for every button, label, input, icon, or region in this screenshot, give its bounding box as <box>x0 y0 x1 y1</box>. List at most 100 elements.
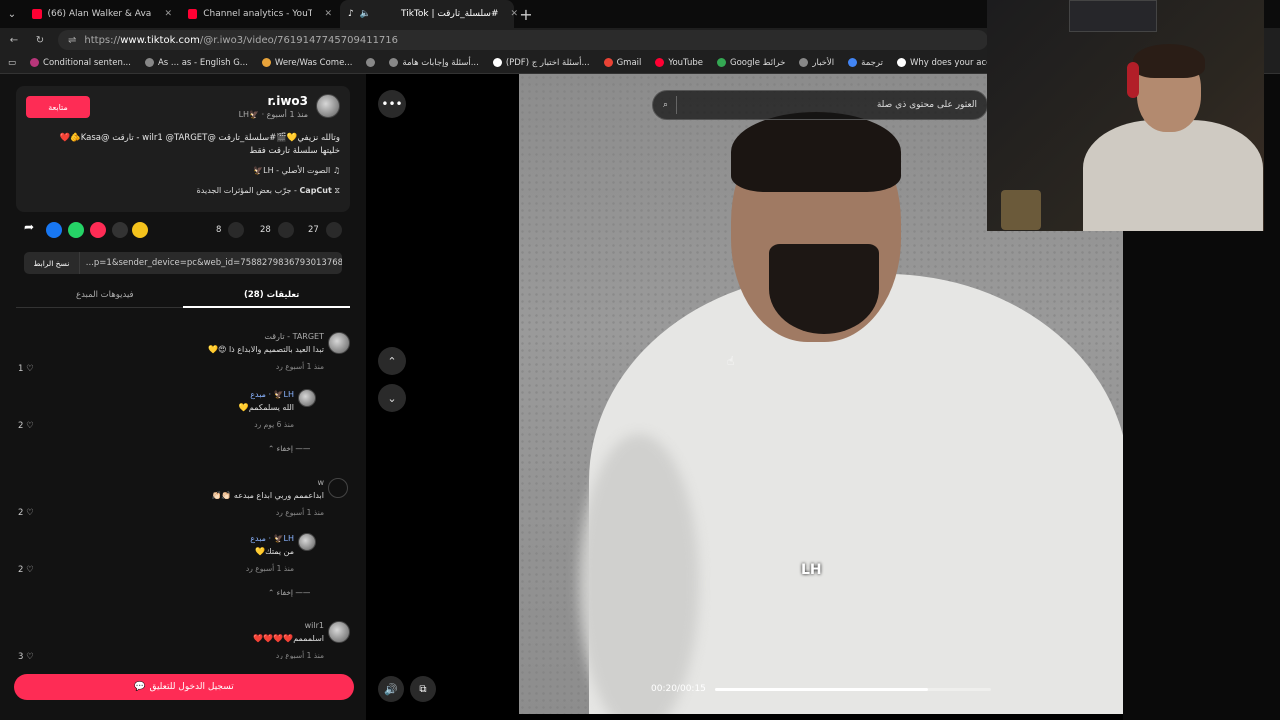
search-icon[interactable]: ⌕ <box>663 100 668 110</box>
bookmark-gmail[interactable]: Gmail <box>603 58 641 68</box>
webcam-overlay <box>987 0 1264 231</box>
bookmark-translate[interactable]: ترجمة <box>848 58 883 68</box>
commenter-name[interactable]: wilr1 <box>253 621 324 630</box>
follow-button[interactable]: متابعة <box>26 96 90 118</box>
commenter-name[interactable]: w <box>211 478 324 487</box>
browser-tab-tiktok[interactable]: ♪ 🔈 TikTok | سلسلة_تارقت# ✕ <box>340 0 518 28</box>
chevron-up-icon: ⌃ <box>268 588 277 597</box>
bookmark-youtube[interactable]: YouTube <box>655 58 703 68</box>
commenter-name[interactable]: LH🦅 · مبدع <box>239 390 294 399</box>
comment-text: ابداعممم وربي ابداع مبدعه 👏🏻👏🏻 <box>211 491 324 500</box>
heart-outline-icon: ♡ <box>26 421 34 431</box>
gmail-icon <box>603 58 613 67</box>
hide-replies-button[interactable]: ⌃ إخفاء —— <box>268 444 310 453</box>
embed-icon[interactable] <box>112 222 128 238</box>
heart-outline-icon: ♡ <box>26 508 34 518</box>
commenter-avatar[interactable] <box>298 533 316 551</box>
share-arrow-icon[interactable]: ➦ <box>24 220 40 236</box>
bookmark-item[interactable]: Why does your acc... <box>896 58 999 68</box>
telegram-icon[interactable] <box>90 222 106 238</box>
commenter-name[interactable]: LH🦅 · مبدع <box>246 534 294 543</box>
original-sound-link[interactable]: ♫ الصوت الأصلي - LH🦅 <box>253 166 340 175</box>
share-link-text[interactable]: ...p=1&sender_device=pc&web_id=758827983… <box>80 258 342 268</box>
browser-tab-youtube-music[interactable]: (66) Alan Walker & Ava Max - Alo ✕ <box>24 0 180 28</box>
author-subline: LH🦅 · منذ 1 أسبوع <box>238 110 308 119</box>
comment-like-count[interactable]: 1 ♡ <box>18 364 34 374</box>
whatsapp-icon[interactable] <box>68 222 84 238</box>
mouse-cursor: ☝ <box>727 354 735 368</box>
globe-icon <box>144 58 154 67</box>
heart-icon[interactable] <box>326 222 342 238</box>
bookmark-news[interactable]: الأخبار <box>799 58 834 68</box>
commenter-avatar[interactable] <box>298 389 316 407</box>
bookmarks-menu-icon[interactable]: ▭ <box>8 58 16 68</box>
reload-icon[interactable]: ↻ <box>32 35 48 46</box>
bookmark-maps[interactable]: Google خرائط <box>716 58 785 68</box>
search-bar[interactable]: ⌕ العثور على محتوى ذي صلة <box>652 90 988 120</box>
close-tab-icon[interactable]: ✕ <box>324 9 332 19</box>
comment-like-count[interactable]: 3 ♡ <box>18 652 34 659</box>
active-tab-underline <box>183 306 350 308</box>
video-details-panel: متابعة r.iwo3 LH🦅 · منذ 1 أسبوع وتالله ن… <box>0 74 366 720</box>
speaker-icon: 🔊 <box>384 682 398 696</box>
search-input[interactable]: العثور على محتوى ذي صلة <box>685 100 977 110</box>
comment-like-count[interactable]: 2 ♡ <box>18 508 34 518</box>
commenter-avatar[interactable] <box>328 332 350 354</box>
coin-icon[interactable] <box>132 222 148 238</box>
volume-button[interactable]: 🔊 <box>378 676 404 702</box>
bookmark-item[interactable]: As ... as - English G... <box>144 58 248 68</box>
bookmark-item[interactable] <box>366 58 376 67</box>
pdf-icon <box>492 58 502 67</box>
comment-text: الله يسلمكمم💛 <box>238 403 294 412</box>
author-avatar[interactable] <box>316 94 340 118</box>
heart-outline-icon: ♡ <box>26 565 34 575</box>
comments-count: 28 <box>260 225 271 235</box>
tab-search-chevron-icon[interactable]: ⌄ <box>0 9 24 20</box>
capcut-link[interactable]: ⧖ CapCut - جرّب بعض المؤثرات الجديدة <box>197 186 340 196</box>
close-tab-icon[interactable]: ✕ <box>164 9 172 19</box>
commenter-avatar[interactable] <box>328 478 348 498</box>
comment-like-count[interactable]: 2 ♡ <box>18 565 34 575</box>
progress-fill <box>715 688 928 691</box>
more-options-button[interactable]: ••• <box>378 90 406 118</box>
comment-meta[interactable]: منذ 1 أسبوع رد <box>246 564 294 573</box>
login-to-comment-button[interactable]: 💬 تسجيل الدخول للتعليق <box>14 674 354 700</box>
copy-link-button[interactable]: نسخ الرابط <box>24 252 80 274</box>
comment-meta[interactable]: منذ 1 أسبوع رد <box>208 362 324 371</box>
commenter-avatar[interactable] <box>328 621 350 643</box>
author-username[interactable]: r.iwo3 <box>267 94 308 108</box>
tab-comments[interactable]: تعليقات (28) <box>244 290 299 300</box>
facebook-icon[interactable] <box>46 222 62 238</box>
comment-text: تبدا العيد بالتصميم والابداع ذا 😍💛 <box>208 345 324 354</box>
comment-meta[interactable]: منذ 1 أسبوع رد <box>253 651 324 659</box>
bookmark-icon[interactable] <box>228 222 244 238</box>
translate-icon <box>848 58 858 67</box>
tab-creator-videos[interactable]: فيديوهات المبدع <box>76 290 134 300</box>
wall-sign <box>1069 0 1157 32</box>
next-video-button[interactable]: ⌄ <box>378 384 406 412</box>
bookmark-item[interactable]: أسئلة وإجابات هامة... <box>389 58 479 68</box>
url-field[interactable]: ⇌ https://www.tiktok.com/@r.iwo3/video/7… <box>58 30 988 50</box>
bookmark-item[interactable]: (PDF) أسئلة اختبار ج... <box>492 58 590 68</box>
speaker-icon[interactable]: 🔈 <box>360 9 371 19</box>
comment-like-count[interactable]: 2 ♡ <box>18 421 34 431</box>
commenter-name[interactable]: TARGET - تارقت <box>208 332 324 341</box>
likes-count: 27 <box>308 225 319 235</box>
browser-tab-youtube-studio[interactable]: Channel analytics - YouTube Studi ✕ <box>180 0 340 28</box>
previous-video-button[interactable]: ⌃ <box>378 347 406 375</box>
back-arrow-icon[interactable]: ← <box>6 35 22 46</box>
picture-in-picture-button[interactable]: ⧉ <box>410 676 436 702</box>
site-info-icon[interactable]: ⇌ <box>68 35 76 46</box>
bookmark-item[interactable]: Conditional senten... <box>30 58 131 68</box>
hide-replies-button[interactable]: ⌃ إخفاء —— <box>268 588 310 597</box>
music-note-icon: ♫ <box>330 166 340 175</box>
playback-time: 00:20/00:15 <box>651 684 706 694</box>
comment-meta[interactable]: منذ 6 يوم رد <box>239 420 294 429</box>
pip-icon: ⧉ <box>419 683 427 695</box>
progress-bar[interactable] <box>715 688 991 691</box>
comment-item: TARGET - تارقت تبدا العيد بالتصميم والاب… <box>208 332 324 371</box>
comment-meta[interactable]: منذ 1 أسبوع رد <box>211 508 324 517</box>
bookmark-item[interactable]: Were/Was Come... <box>261 58 352 68</box>
close-tab-icon[interactable]: ✕ <box>510 9 518 19</box>
comment-bubble-icon[interactable] <box>278 222 294 238</box>
